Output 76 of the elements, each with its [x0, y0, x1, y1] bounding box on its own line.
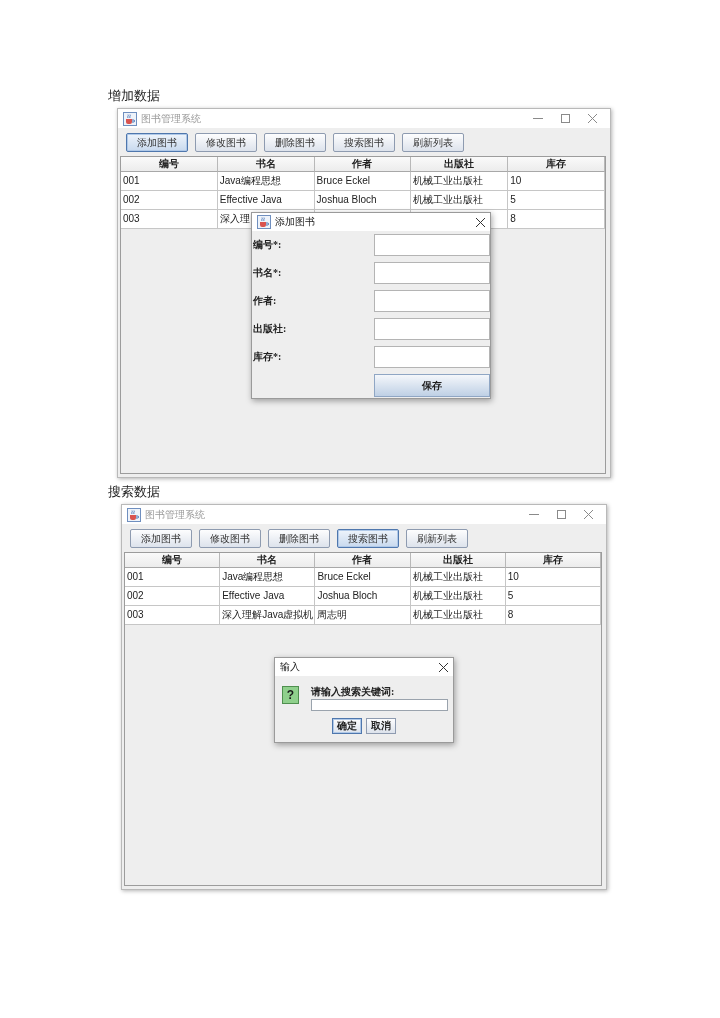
input-field[interactable] — [374, 290, 490, 312]
save-button[interactable]: 保存 — [374, 374, 490, 397]
toolbar-button[interactable]: 添加图书 — [130, 529, 192, 548]
toolbar-button[interactable]: 添加图书 — [126, 133, 188, 152]
prompt-label: 请输入搜索关键词: — [311, 686, 395, 698]
table-cell: 002 — [121, 191, 218, 210]
close-icon[interactable] — [476, 217, 485, 227]
toolbar-button[interactable]: 刷新列表 — [406, 529, 468, 548]
column-header[interactable]: 编号 — [125, 553, 221, 568]
column-header[interactable]: 出版社 — [410, 553, 506, 568]
table-cell: Effective Java — [217, 191, 315, 210]
table-cell: Effective Java — [220, 587, 316, 606]
toolbar-button[interactable]: 删除图书 — [268, 529, 330, 548]
field-label: 编号*: — [252, 238, 283, 252]
toolbar-button[interactable]: 修改图书 — [199, 529, 261, 548]
input-field[interactable] — [374, 234, 490, 256]
table-cell: Java编程思想 — [220, 568, 316, 587]
cup-icon — [123, 111, 137, 126]
table-cell: 机械工业出版社 — [410, 568, 506, 587]
dialog-title: 输入 — [280, 660, 300, 674]
table-cell: 10 — [505, 568, 601, 587]
question-icon: ? — [282, 686, 299, 704]
window-title: 图书管理系统 — [145, 507, 205, 522]
table-cell: 机械工业出版社 — [411, 172, 509, 191]
table-cell: 001 — [125, 568, 221, 587]
table-cell: Java编程思想 — [217, 172, 315, 191]
field-label: 库存*: — [252, 350, 283, 364]
column-header[interactable]: 书名 — [220, 553, 316, 568]
table-cell: 机械工业出版社 — [410, 606, 506, 625]
field-label: 作者: — [252, 294, 278, 308]
cup-icon — [257, 215, 271, 229]
column-header[interactable]: 编号 — [121, 157, 218, 172]
table-cell: 8 — [505, 606, 601, 625]
toolbar-button[interactable]: 修改图书 — [195, 133, 257, 152]
column-header[interactable]: 书名 — [217, 157, 315, 172]
column-header[interactable]: 库存 — [508, 157, 605, 172]
close-icon[interactable] — [439, 662, 448, 672]
table-cell: Bruce Eckel — [314, 172, 412, 191]
input-field[interactable] — [374, 318, 490, 340]
field-label: 出版社: — [252, 322, 288, 336]
table-cell: 003 — [121, 210, 218, 229]
section-heading: 搜索数据 — [108, 484, 160, 500]
table-cell: 8 — [508, 210, 605, 229]
toolbar-button[interactable]: 刷新列表 — [402, 133, 464, 152]
window-title: 图书管理系统 — [141, 111, 201, 126]
toolbar-button[interactable]: 搜索图书 — [333, 133, 395, 152]
table-cell: 深入理解Java虚拟机 — [220, 606, 316, 625]
table-cell: 002 — [125, 587, 221, 606]
maximize-icon[interactable] — [557, 510, 566, 519]
column-header[interactable]: 出版社 — [411, 157, 509, 172]
dialog-button[interactable]: 确定 — [332, 718, 362, 734]
column-header[interactable]: 库存 — [505, 553, 601, 568]
dialog-title: 添加图书 — [275, 215, 315, 229]
table-cell: 001 — [121, 172, 218, 191]
column-header[interactable]: 作者 — [315, 553, 411, 568]
input-field[interactable] — [374, 262, 490, 284]
table-cell: Joshua Bloch — [314, 191, 412, 210]
input-field[interactable] — [374, 346, 490, 368]
table-cell: Bruce Eckel — [315, 568, 411, 587]
field-label: 书名*: — [252, 266, 283, 280]
table-cell: 10 — [508, 172, 605, 191]
input-field[interactable] — [311, 699, 448, 711]
section-heading: 增加数据 — [108, 88, 160, 104]
table-cell: 5 — [505, 587, 601, 606]
maximize-icon[interactable] — [561, 114, 570, 123]
table-cell: 机械工业出版社 — [411, 191, 509, 210]
dialog-button[interactable]: 取消 — [366, 718, 396, 734]
table-cell: 机械工业出版社 — [410, 587, 506, 606]
toolbar-button[interactable]: 搜索图书 — [337, 529, 399, 548]
table-cell: Joshua Bloch — [315, 587, 411, 606]
table-cell: 5 — [508, 191, 605, 210]
column-header[interactable]: 作者 — [314, 157, 412, 172]
toolbar-button[interactable]: 删除图书 — [264, 133, 326, 152]
table-cell: 周志明 — [315, 606, 411, 625]
cup-icon — [127, 507, 141, 522]
table-cell: 003 — [125, 606, 221, 625]
